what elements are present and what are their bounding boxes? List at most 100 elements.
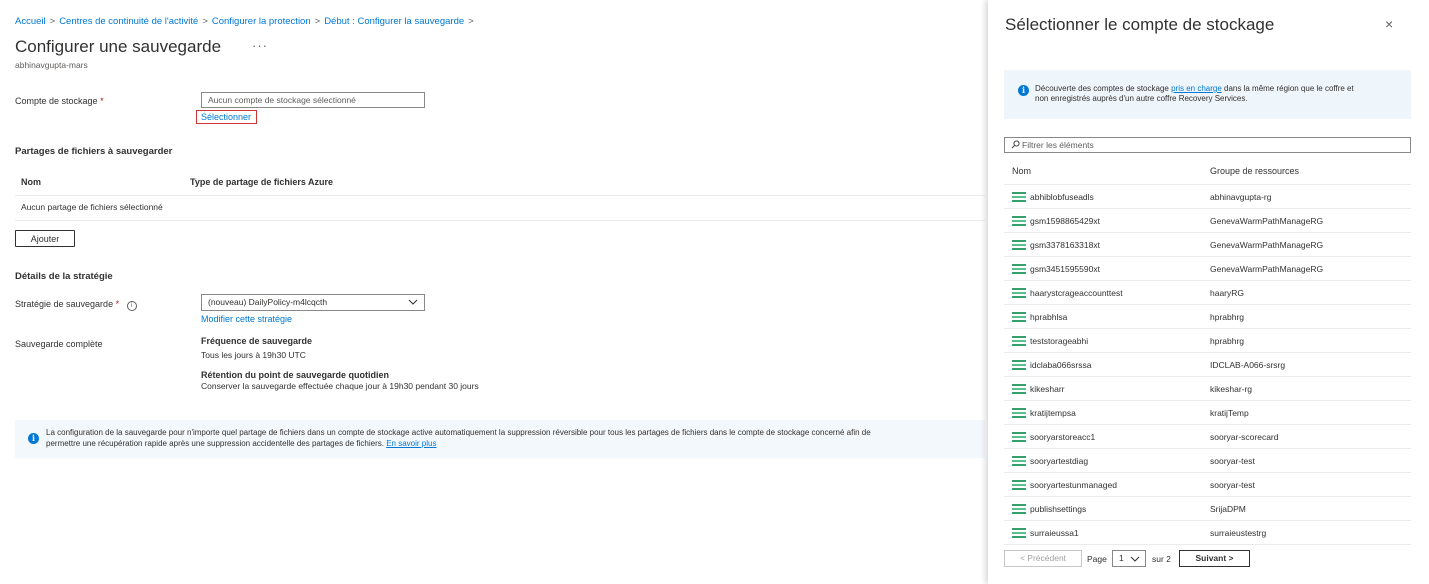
storage-account-field[interactable]: Aucun compte de stockage sélectionné	[201, 92, 425, 108]
storage-account-name: sooryartestdiag	[1030, 456, 1089, 466]
breadcrumb: Accueil > Centres de continuité de l'activ…	[15, 16, 478, 27]
backup-policy-label-text: Stratégie de sauvegarde	[15, 299, 114, 309]
storage-account-icon	[1012, 384, 1026, 394]
blade-title: Sélectionner le compte de stockage	[1005, 15, 1275, 34]
breadcrumb-separator: >	[468, 16, 474, 27]
storage-account-row[interactable]: sooryartestdiag sooryar-test	[1004, 449, 1411, 473]
chevron-down-icon	[408, 299, 418, 305]
storage-account-row[interactable]: publishsettings SrijaDPM	[1004, 497, 1411, 521]
storage-account-row[interactable]: gsm3378163318xt GenevaWarmPathManageRG	[1004, 233, 1411, 257]
resource-group-name: sooryar-test	[1210, 456, 1255, 466]
storage-account-icon	[1012, 264, 1026, 274]
filter-placeholder: Filtrer les éléments	[1022, 140, 1094, 150]
resource-group-name: IDCLAB-A066-srsrg	[1210, 360, 1286, 370]
policy-details-heading: Détails de la stratégie	[15, 271, 113, 282]
chevron-down-icon	[1130, 556, 1140, 562]
storage-account-icon	[1012, 408, 1026, 418]
required-marker: *	[100, 96, 104, 106]
storage-account-row[interactable]: hprabhlsa hprabhrg	[1004, 305, 1411, 329]
resource-group-name: sooryar-scorecard	[1210, 432, 1279, 442]
storage-account-icon	[1012, 504, 1026, 514]
storage-account-icon	[1012, 216, 1026, 226]
page-label: Page	[1087, 554, 1107, 564]
blade-info-line-1: Découverte des comptes de stockage pris …	[1035, 84, 1354, 94]
close-icon[interactable]: ×	[1385, 16, 1393, 32]
page-subtitle: abhinavgupta-mars	[15, 60, 88, 70]
storage-account-icon	[1012, 312, 1026, 322]
breadcrumb-separator: >	[49, 16, 56, 27]
storage-account-row[interactable]: sooryarstoreacc1 sooryar-scorecard	[1004, 425, 1411, 449]
storage-account-name: hprabhlsa	[1030, 312, 1068, 322]
resource-group-name: haaryRG	[1210, 288, 1245, 298]
storage-account-name: surraieussa1	[1030, 528, 1079, 538]
storage-account-name: gsm3378163318xt	[1030, 240, 1100, 250]
storage-account-row[interactable]: abhiblobfuseadls abhinavgupta-rg	[1004, 185, 1411, 209]
storage-account-row[interactable]: gsm1598865429xt GenevaWarmPathManageRG	[1004, 209, 1411, 233]
storage-account-row[interactable]: haarystcrageaccounttest haaryRG	[1004, 281, 1411, 305]
storage-account-name: gsm1598865429xt	[1030, 216, 1100, 226]
storage-account-icon	[1012, 192, 1026, 202]
backup-policy-selected: (nouveau) DailyPolicy-m4lcqcth	[208, 297, 328, 307]
breadcrumb-start-backup[interactable]: Début : Configurer la sauvegarde	[324, 16, 464, 27]
storage-account-icon	[1012, 288, 1026, 298]
info-icon: i	[1018, 85, 1029, 96]
table-divider	[15, 220, 985, 221]
required-marker: *	[115, 299, 120, 309]
filter-input[interactable]: Filtrer les éléments	[1004, 137, 1411, 153]
storage-account-icon	[1012, 432, 1026, 442]
backup-policy-dropdown[interactable]: (nouveau) DailyPolicy-m4lcqcth	[201, 294, 425, 311]
more-options-icon[interactable]: ···	[252, 38, 268, 53]
breadcrumb-business-continuity[interactable]: Centres de continuité de l'activité	[59, 16, 198, 27]
storage-account-name: sooryarstoreacc1	[1030, 432, 1096, 442]
learn-more-link[interactable]: En savoir plus	[386, 439, 436, 448]
file-shares-heading: Partages de fichiers à sauvegarder	[15, 146, 173, 157]
add-share-button[interactable]: Ajouter	[15, 230, 75, 247]
breadcrumb-separator: >	[202, 16, 208, 27]
storage-account-name: sooryartestunmanaged	[1030, 480, 1117, 490]
breadcrumb-home[interactable]: Accueil	[15, 16, 46, 27]
page-select[interactable]: 1	[1112, 550, 1146, 567]
blade-col-name: Nom	[1012, 166, 1032, 176]
resource-group-name: abhinavgupta-rg	[1210, 192, 1272, 202]
info-icon: i	[28, 433, 39, 444]
storage-account-label: Compte de stockage *	[15, 96, 104, 106]
storage-account-name: haarystcrageaccounttest	[1030, 288, 1123, 298]
empty-shares-message: Aucun partage de fichiers sélectionné	[21, 202, 163, 212]
full-backup-label: Sauvegarde complète	[15, 339, 103, 349]
previous-page-button[interactable]: < Précédent	[1004, 550, 1082, 567]
select-storage-link[interactable]: Sélectionner	[201, 112, 251, 122]
storage-account-icon	[1012, 336, 1026, 346]
next-page-button[interactable]: Suivant >	[1179, 550, 1250, 567]
resource-group-name: SrijaDPM	[1210, 504, 1246, 514]
info-circle-icon[interactable]: i	[126, 301, 137, 311]
supported-link[interactable]: pris en charge	[1171, 84, 1222, 93]
page-select-value: 1	[1119, 553, 1124, 563]
storage-account-icon	[1012, 456, 1026, 466]
storage-account-row[interactable]: gsm3451595590xt GenevaWarmPathManageRG	[1004, 257, 1411, 281]
storage-account-row[interactable]: teststorageabhi hprabhrg	[1004, 329, 1411, 353]
resource-group-name: hprabhrg	[1210, 312, 1245, 322]
storage-account-row[interactable]: kikesharr kikeshar-rg	[1004, 377, 1411, 401]
retention-value: Conserver la sauvegarde effectuée chaque…	[201, 381, 479, 391]
resource-group-name: GenevaWarmPathManageRG	[1210, 240, 1324, 250]
storage-account-name: kratijtempsa	[1030, 408, 1076, 418]
edit-policy-link[interactable]: Modifier cette stratégie	[201, 314, 292, 324]
breadcrumb-configure-protection[interactable]: Configurer la protection	[212, 16, 311, 27]
storage-account-row[interactable]: sooryartestunmanaged sooryar-test	[1004, 473, 1411, 497]
resource-group-name: sooryar-test	[1210, 480, 1255, 490]
info-banner: i La configuration de la sauvegarde pour…	[15, 420, 985, 458]
table-divider	[15, 195, 985, 196]
storage-account-row[interactable]: kratijtempsa kratijTemp	[1004, 401, 1411, 425]
frequency-title: Fréquence de sauvegarde	[201, 336, 313, 346]
blade-col-resource-group: Groupe de ressources	[1210, 166, 1300, 176]
resource-group-name: hprabhrg	[1210, 336, 1245, 346]
storage-account-row[interactable]: idclaba066srssa IDCLAB-A066-srsrg	[1004, 353, 1411, 377]
blade-info-box: i Découverte des comptes de stockage pri…	[1004, 70, 1411, 119]
storage-account-name: kikesharr	[1030, 384, 1065, 394]
storage-account-row[interactable]: surraieussa1 surraieustestrg	[1004, 521, 1411, 545]
resource-group-name: GenevaWarmPathManageRG	[1210, 216, 1324, 226]
banner-text: La configuration de la sauvegarde pour n…	[46, 427, 871, 449]
storage-account-name: publishsettings	[1030, 504, 1087, 514]
storage-account-name: abhiblobfuseadls	[1030, 192, 1094, 202]
page-title: Configurer une sauvegarde	[15, 37, 222, 56]
